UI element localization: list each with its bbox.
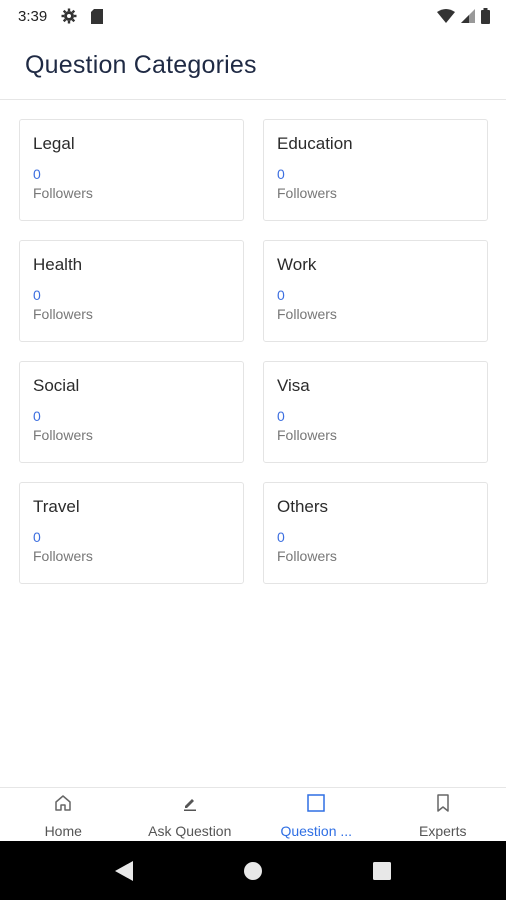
bottom-tab-bar: Home Ask Question Question ... Experts bbox=[0, 787, 506, 841]
category-name: Travel bbox=[33, 497, 80, 516]
category-card-travel[interactable]: Travel 0 Followers bbox=[19, 482, 244, 584]
status-left: 3:39 bbox=[18, 7, 104, 25]
status-bar: 3:39 bbox=[0, 0, 506, 32]
category-card-legal[interactable]: Legal 0 Followers bbox=[19, 119, 244, 221]
follower-count: 0 bbox=[277, 408, 285, 424]
wifi-icon bbox=[437, 9, 455, 23]
category-card-social[interactable]: Social 0 Followers bbox=[19, 361, 244, 463]
page-title: Question Categories bbox=[25, 51, 257, 79]
tab-label: Home bbox=[44, 823, 82, 839]
home-circle-icon[interactable] bbox=[233, 851, 273, 891]
tab-label: Ask Question bbox=[148, 823, 232, 839]
followers-label: Followers bbox=[277, 185, 337, 201]
followers-label: Followers bbox=[277, 306, 337, 322]
followers-label: Followers bbox=[33, 427, 93, 443]
sim-card-icon bbox=[91, 8, 104, 24]
recents-icon[interactable] bbox=[362, 851, 402, 891]
home-icon bbox=[53, 792, 73, 814]
follower-count: 0 bbox=[33, 287, 41, 303]
status-time: 3:39 bbox=[18, 7, 48, 25]
category-name: Social bbox=[33, 376, 80, 395]
follower-count: 0 bbox=[277, 529, 285, 545]
status-right bbox=[437, 8, 490, 24]
followers-label: Followers bbox=[33, 185, 93, 201]
followers-label: Followers bbox=[33, 548, 93, 564]
gear-icon bbox=[61, 8, 77, 24]
category-card-others[interactable]: Others 0 Followers bbox=[263, 482, 488, 584]
tab-home[interactable]: Home bbox=[0, 788, 127, 841]
tab-question-categories[interactable]: Question ... bbox=[253, 788, 380, 841]
followers-label: Followers bbox=[277, 548, 337, 564]
tab-ask-question[interactable]: Ask Question bbox=[127, 788, 254, 841]
bookmark-icon bbox=[433, 792, 453, 814]
followers-label: Followers bbox=[33, 306, 93, 322]
category-grid: Legal 0 Followers Education 0 Followers … bbox=[19, 119, 489, 584]
signal-icon bbox=[461, 9, 475, 23]
tab-experts[interactable]: Experts bbox=[380, 788, 506, 841]
category-name: Legal bbox=[33, 134, 75, 153]
square-icon bbox=[306, 792, 326, 814]
category-card-visa[interactable]: Visa 0 Followers bbox=[263, 361, 488, 463]
follower-count: 0 bbox=[277, 166, 285, 182]
category-name: Education bbox=[277, 134, 353, 153]
follower-count: 0 bbox=[277, 287, 285, 303]
follower-count: 0 bbox=[33, 166, 41, 182]
app-header: Question Categories bbox=[0, 32, 506, 100]
tab-label: Question ... bbox=[280, 823, 353, 839]
follower-count: 0 bbox=[33, 408, 41, 424]
system-nav-bar bbox=[0, 841, 506, 900]
category-name: Work bbox=[277, 255, 317, 274]
battery-icon bbox=[481, 8, 490, 24]
pencil-icon bbox=[180, 792, 200, 814]
category-name: Others bbox=[277, 497, 329, 516]
back-icon[interactable] bbox=[104, 851, 144, 891]
category-card-education[interactable]: Education 0 Followers bbox=[263, 119, 488, 221]
category-name: Visa bbox=[277, 376, 310, 395]
tab-label: Experts bbox=[419, 823, 467, 839]
follower-count: 0 bbox=[33, 529, 41, 545]
category-card-work[interactable]: Work 0 Followers bbox=[263, 240, 488, 342]
followers-label: Followers bbox=[277, 427, 337, 443]
category-name: Health bbox=[33, 255, 83, 274]
category-card-health[interactable]: Health 0 Followers bbox=[19, 240, 244, 342]
